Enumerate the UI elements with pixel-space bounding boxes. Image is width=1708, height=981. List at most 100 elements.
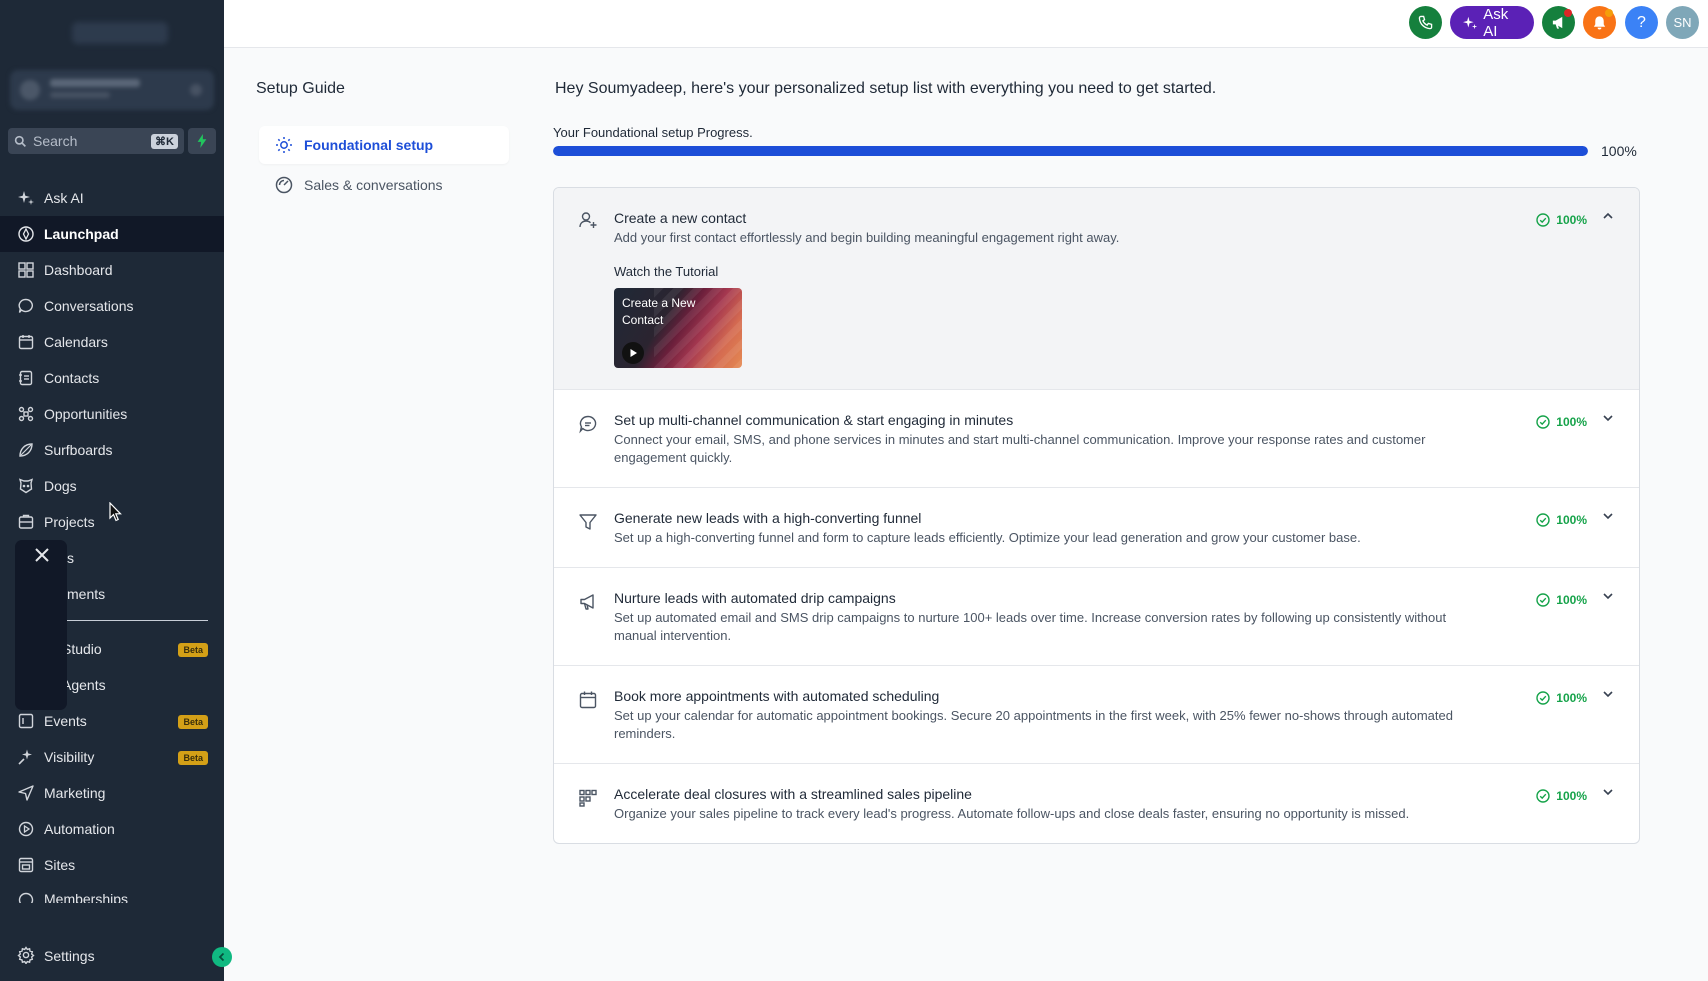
top-bar: Ask AI ? SN xyxy=(224,0,1708,48)
quick-action-button[interactable] xyxy=(188,128,216,154)
notifications-button[interactable] xyxy=(1583,6,1616,39)
sidebar-item-label: Visibility xyxy=(44,749,95,765)
sites-icon xyxy=(17,856,35,874)
task-item-funnel[interactable]: Generate new leads with a high-convertin… xyxy=(554,488,1639,568)
help-button[interactable]: ? xyxy=(1625,6,1658,39)
search-input[interactable]: Search ⌘K xyxy=(8,128,184,154)
sidebar-item-marketing[interactable]: Marketing xyxy=(0,775,224,811)
task-status-label: 100% xyxy=(1556,213,1587,227)
chat-icon xyxy=(17,297,35,315)
sidebar-item-calendars[interactable]: Calendars xyxy=(0,324,224,360)
rocket-icon xyxy=(17,225,35,243)
task-description: Add your first contact effortlessly and … xyxy=(614,230,1120,245)
chevron-down-icon[interactable] xyxy=(1601,589,1615,603)
beta-badge: Beta xyxy=(178,751,208,765)
task-description: Set up a high-converting funnel and form… xyxy=(614,530,1361,545)
sidebar: Search ⌘K Ask AI Launchpad Dashboard Con… xyxy=(0,0,224,981)
sidebar-item-label: s xyxy=(67,550,74,566)
task-title: Book more appointments with automated sc… xyxy=(614,688,940,704)
sidebar-item-memberships[interactable]: Memberships xyxy=(0,883,224,903)
membership-icon xyxy=(17,891,35,903)
sidebar-item-settings[interactable]: Settings xyxy=(0,938,224,974)
sidebar-divider xyxy=(67,620,208,621)
help-icon: ? xyxy=(1637,13,1646,31)
automation-icon xyxy=(17,820,35,838)
task-item-create-contact[interactable]: Create a new contact Add your first cont… xyxy=(554,188,1639,390)
search-icon xyxy=(14,135,26,147)
task-status-label: 100% xyxy=(1556,691,1587,705)
check-circle-icon xyxy=(1536,415,1550,429)
sidebar-item-dogs[interactable]: Dogs xyxy=(0,468,224,504)
sidebar-item-label: Opportunities xyxy=(44,406,128,422)
avatar[interactable]: SN xyxy=(1666,6,1699,39)
video-title: Create a New Contact xyxy=(622,296,696,327)
task-item-appointments[interactable]: Book more appointments with automated sc… xyxy=(554,666,1639,764)
task-item-multichannel[interactable]: Set up multi-channel communication & sta… xyxy=(554,390,1639,488)
settings-label: Settings xyxy=(44,948,95,964)
tab-label: Sales & conversations xyxy=(304,177,443,193)
check-circle-icon xyxy=(1536,691,1550,705)
projects-icon xyxy=(17,513,35,531)
ask-ai-button[interactable]: Ask AI xyxy=(1450,6,1534,40)
task-item-sales-pipeline[interactable]: Accelerate deal closures with a streamli… xyxy=(554,764,1639,843)
notification-dot xyxy=(1605,9,1613,17)
chevron-down-icon[interactable] xyxy=(1601,411,1615,425)
chat-icon xyxy=(579,415,597,434)
sparkle-icon xyxy=(1463,16,1478,29)
calendar-icon xyxy=(17,333,35,351)
progress-percent: 100% xyxy=(1601,143,1637,159)
sidebar-item-surfboards[interactable]: Surfboards xyxy=(0,432,224,468)
sidebar-item-label: ments xyxy=(67,586,106,602)
tab-sales-conversations[interactable]: Sales & conversations xyxy=(259,166,509,204)
search-shortcut: ⌘K xyxy=(151,133,178,149)
sidebar-item-label: Dogs xyxy=(44,478,77,494)
sidebar-item-label: Launchpad xyxy=(44,226,119,242)
sidebar-item-label: Automation xyxy=(44,821,115,837)
account-switcher[interactable] xyxy=(10,70,214,110)
chevron-up-icon[interactable] xyxy=(1601,209,1615,223)
sidebar-item-conversations[interactable]: Conversations xyxy=(0,288,224,324)
sidebar-item-label: Surfboards xyxy=(44,442,113,458)
setup-guide-title: Setup Guide xyxy=(256,80,345,97)
task-status: 100% xyxy=(1536,789,1587,803)
task-title: Set up multi-channel communication & sta… xyxy=(614,412,1014,428)
sidebar-item-label: Dashboard xyxy=(44,262,113,278)
sidebar-item-label: Sites xyxy=(44,857,76,873)
phone-button[interactable] xyxy=(1409,6,1442,39)
check-circle-icon xyxy=(1536,213,1550,227)
close-icon[interactable] xyxy=(31,544,53,566)
sidebar-item-sites[interactable]: Sites xyxy=(0,847,224,883)
gauge-icon xyxy=(275,176,293,194)
task-title: Generate new leads with a high-convertin… xyxy=(614,510,922,526)
tab-foundational-setup[interactable]: Foundational setup xyxy=(259,126,509,164)
task-item-drip-campaigns[interactable]: Nurture leads with automated drip campai… xyxy=(554,568,1639,666)
funnel-icon xyxy=(579,514,597,530)
sidebar-item-ask-ai[interactable]: Ask AI xyxy=(0,180,224,216)
sidebar-collapse-button[interactable] xyxy=(212,947,232,967)
sidebar-item-contacts[interactable]: Contacts xyxy=(0,360,224,396)
task-status: 100% xyxy=(1536,213,1587,227)
announcements-button[interactable] xyxy=(1542,6,1575,39)
tutorial-video-thumbnail[interactable]: Create a New Contact xyxy=(614,288,742,368)
sun-icon xyxy=(276,137,292,153)
send-icon xyxy=(17,784,35,802)
play-icon[interactable] xyxy=(622,342,644,364)
sidebar-item-visibility[interactable]: Visibility Beta xyxy=(0,739,224,775)
sidebar-item-dashboard[interactable]: Dashboard xyxy=(0,252,224,288)
sidebar-item-label: Studio xyxy=(62,641,102,657)
task-title: Create a new contact xyxy=(614,210,747,226)
sidebar-item-automation[interactable]: Automation xyxy=(0,811,224,847)
pipeline-icon xyxy=(579,789,597,807)
task-status-label: 100% xyxy=(1556,415,1587,429)
chevron-down-icon[interactable] xyxy=(1601,509,1615,523)
contacts-icon xyxy=(17,369,35,387)
sidebar-item-opportunities[interactable]: Opportunities xyxy=(0,396,224,432)
task-description: Set up automated email and SMS drip camp… xyxy=(614,610,1447,643)
events-icon xyxy=(17,712,35,730)
chevron-down-icon[interactable] xyxy=(1601,785,1615,799)
task-status-label: 100% xyxy=(1556,593,1587,607)
visibility-icon xyxy=(17,748,35,766)
company-logo xyxy=(72,22,168,44)
chevron-down-icon[interactable] xyxy=(1601,687,1615,701)
sidebar-item-launchpad[interactable]: Launchpad xyxy=(0,216,224,252)
